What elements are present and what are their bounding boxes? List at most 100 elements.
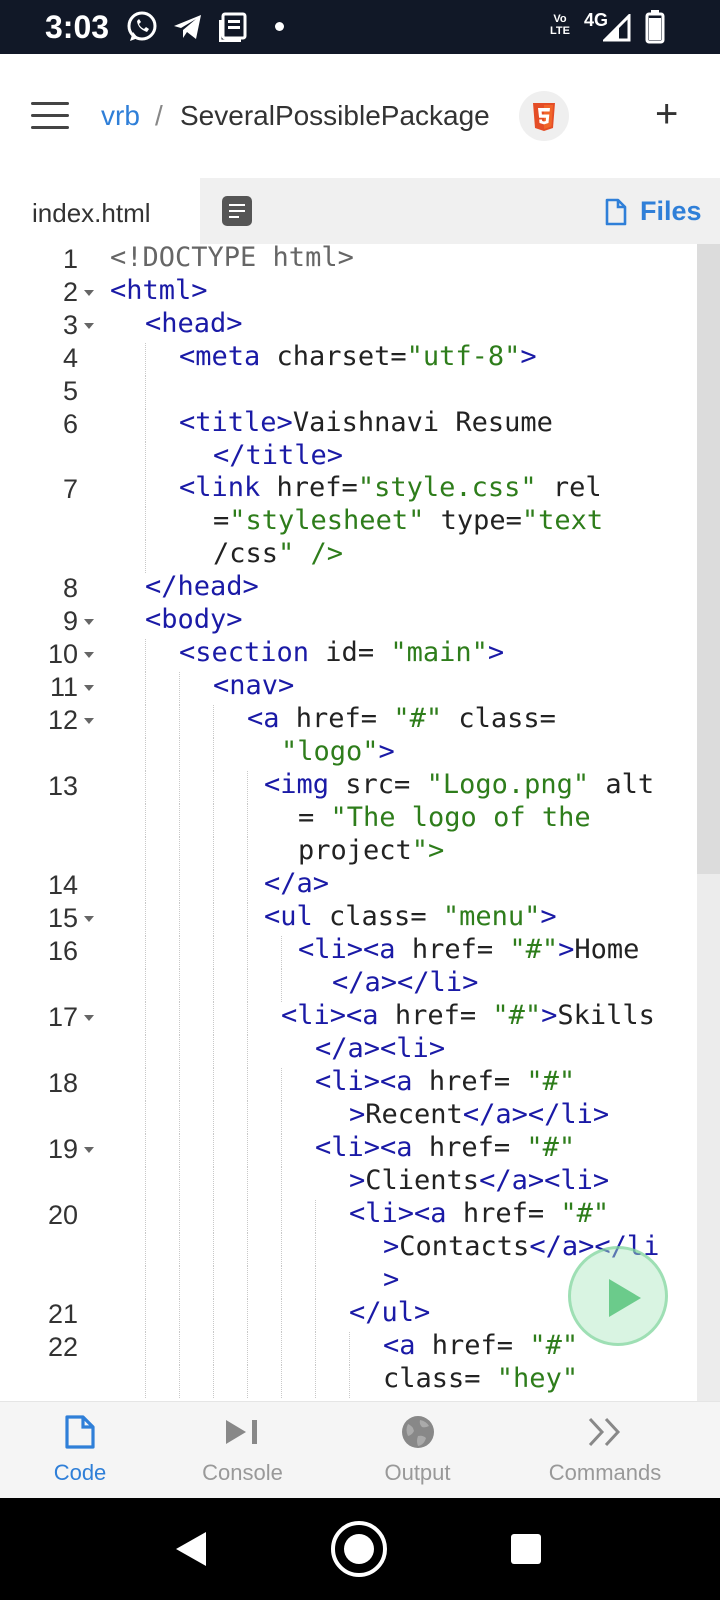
files-label: Files xyxy=(640,196,702,226)
code-line[interactable]: </a></li> xyxy=(0,967,700,1002)
recents-icon[interactable] xyxy=(509,1532,543,1566)
scrollbar-thumb[interactable] xyxy=(697,244,720,874)
indent-guide xyxy=(145,1134,146,1167)
code-text: <li><a href= "#" xyxy=(349,1198,610,1229)
code-line[interactable]: 9 <body> xyxy=(0,604,700,639)
code-line[interactable]: 14 </a> xyxy=(0,868,700,903)
code-text: </head> xyxy=(145,571,259,602)
code-line[interactable]: 12 <a href= "#" class= xyxy=(0,703,700,738)
indent-guide xyxy=(213,1035,214,1068)
code-line[interactable]: 20 <li><a href= "#" xyxy=(0,1198,700,1233)
line-number: 11 xyxy=(49,672,78,702)
fold-caret-icon[interactable] xyxy=(84,916,94,922)
code-line[interactable]: 2 <html> xyxy=(0,275,700,310)
code-line[interactable]: 6 <title>Vaishnavi Resume xyxy=(0,407,700,442)
code-line[interactable]: 18 <li><a href= "#" xyxy=(0,1066,700,1101)
indent-guide xyxy=(179,1101,180,1134)
code-line[interactable]: ="stylesheet" type="text xyxy=(0,505,700,540)
code-line[interactable]: </a><li> xyxy=(0,1033,700,1068)
indent-guide xyxy=(145,639,146,672)
fold-caret-icon[interactable] xyxy=(84,685,94,691)
indent-guide xyxy=(179,1365,180,1398)
nav-output[interactable]: Output xyxy=(355,1402,480,1499)
run-button[interactable] xyxy=(568,1246,668,1346)
add-button[interactable]: + xyxy=(655,94,678,134)
indent-guide xyxy=(145,1266,146,1299)
status-time: 3:03 xyxy=(45,9,110,45)
code-line[interactable]: 8 </head> xyxy=(0,571,700,606)
indent-guide xyxy=(315,1365,316,1398)
code-line[interactable]: 4 <meta charset="utf-8"> xyxy=(0,341,700,376)
indent-guide xyxy=(247,771,248,804)
fold-caret-icon[interactable] xyxy=(84,652,94,658)
fold-caret-icon[interactable] xyxy=(84,323,94,329)
fold-caret-icon[interactable] xyxy=(84,1015,94,1021)
code-line[interactable]: </title> xyxy=(0,440,700,475)
signal-icon xyxy=(603,14,631,42)
html5-language-icon xyxy=(519,91,569,141)
back-icon[interactable] xyxy=(174,1530,208,1568)
document-outline-icon[interactable] xyxy=(222,196,252,226)
indent-guide xyxy=(213,1002,214,1035)
code-line[interactable]: 15 <ul class= "menu"> xyxy=(0,901,700,936)
indent-guide xyxy=(247,1266,248,1299)
breadcrumb-owner[interactable]: vrb xyxy=(101,100,140,132)
indent-guide xyxy=(145,474,146,507)
code-line[interactable]: 11 <nav> xyxy=(0,670,700,705)
tab-index-html[interactable]: index.html xyxy=(0,178,200,244)
line-number: 10 xyxy=(47,639,78,669)
indent-guide xyxy=(247,1035,248,1068)
indent-guide xyxy=(179,1200,180,1233)
indent-guide xyxy=(281,1299,282,1332)
code-line[interactable]: >Recent</a></li> xyxy=(0,1099,700,1134)
indent-guide xyxy=(315,1233,316,1266)
code-text: /css" /> xyxy=(213,538,344,569)
code-line[interactable]: class= "hey" xyxy=(0,1363,700,1398)
indent-guide xyxy=(213,870,214,903)
code-line[interactable]: >Clients</a><li> xyxy=(0,1165,700,1200)
code-line[interactable]: 7 <link href="style.css" rel xyxy=(0,472,700,507)
code-line[interactable]: 10 <section id= "main"> xyxy=(0,637,700,672)
line-number: 20 xyxy=(47,1200,78,1230)
indent-guide xyxy=(247,1068,248,1101)
code-line[interactable]: /css" /> xyxy=(0,538,700,573)
fold-caret-icon[interactable] xyxy=(84,718,94,724)
code-editor[interactable]: 1 <!DOCTYPE html> 2 <html> 3 <head> 4 <meta cha… xyxy=(0,244,720,1401)
code-text: <meta charset="utf-8"> xyxy=(179,341,537,372)
indent-guide xyxy=(281,1167,282,1200)
nav-code[interactable]: Code xyxy=(30,1402,130,1499)
code-line[interactable]: = "The logo of the xyxy=(0,802,700,837)
indent-guide xyxy=(247,1365,248,1398)
code-line[interactable]: 16 <li><a href= "#">Home xyxy=(0,934,700,969)
nav-console[interactable]: Console xyxy=(180,1402,305,1499)
code-line[interactable]: 13 <img src= "Logo.png" alt xyxy=(0,769,700,804)
indent-guide xyxy=(145,1068,146,1101)
code-line[interactable]: "logo"> xyxy=(0,736,700,771)
line-number: 13 xyxy=(47,771,78,801)
indent-guide xyxy=(145,1299,146,1332)
telegram-icon xyxy=(174,15,201,39)
indent-guide xyxy=(145,540,146,573)
hamburger-menu-icon[interactable] xyxy=(31,102,69,130)
code-text: <body> xyxy=(145,604,243,635)
indent-guide xyxy=(247,936,248,969)
indent-guide xyxy=(315,1266,316,1299)
code-text: <img src= "Logo.png" alt xyxy=(264,769,655,800)
code-line[interactable]: 5 xyxy=(0,376,700,409)
home-icon[interactable] xyxy=(329,1519,389,1579)
code-line[interactable]: 3 <head> xyxy=(0,308,700,343)
nav-commands[interactable]: Commands xyxy=(530,1402,680,1499)
fold-caret-icon[interactable] xyxy=(84,1147,94,1153)
indent-guide xyxy=(179,1035,180,1068)
code-line[interactable]: 1 <!DOCTYPE html> xyxy=(0,244,700,277)
system-navigation-bar xyxy=(0,1498,720,1600)
indent-guide xyxy=(247,1134,248,1167)
line-number: 7 xyxy=(62,474,78,504)
code-line[interactable]: 19 <li><a href= "#" xyxy=(0,1132,700,1167)
code-line[interactable]: 17 <li><a href= "#">Skills xyxy=(0,1000,700,1035)
code-text: <ul class= "menu"> xyxy=(264,901,557,932)
fold-caret-icon[interactable] xyxy=(84,290,94,296)
breadcrumb-project[interactable]: SeveralPossiblePackage xyxy=(180,100,490,132)
fold-caret-icon[interactable] xyxy=(84,619,94,625)
code-line[interactable]: project"> xyxy=(0,835,700,870)
